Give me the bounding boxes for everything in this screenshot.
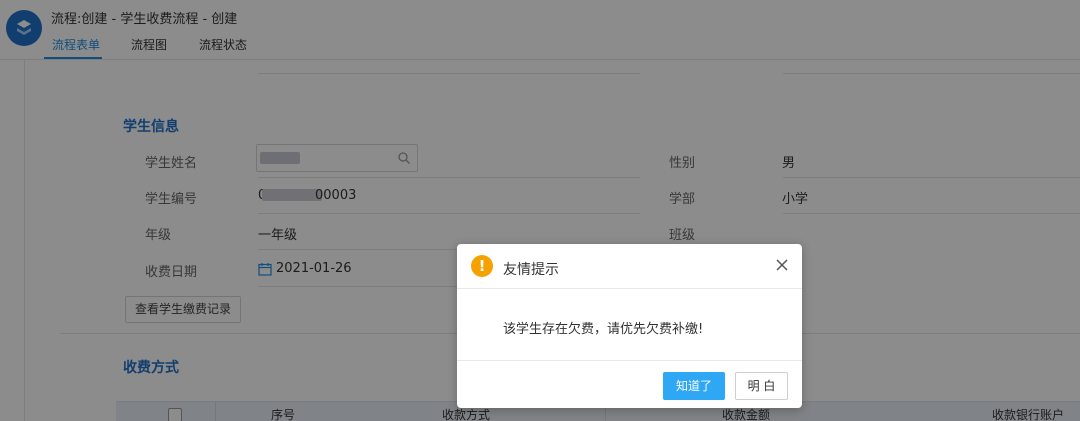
page: 流程:创建 - 学生收费流程 - 创建 流程表单 流程图 流程状态 学生信息 学… — [0, 0, 1080, 421]
notice-dialog: ! 友情提示 该学生存在欠费，请优先欠费补缴! 知道了 明 白 — [457, 244, 802, 408]
dialog-title: 友情提示 — [503, 262, 559, 278]
understood-button[interactable]: 明 白 — [735, 372, 788, 400]
dialog-footer: 知道了 明 白 — [457, 360, 802, 408]
warning-icon: ! — [471, 255, 493, 277]
dialog-header: ! 友情提示 — [457, 244, 802, 289]
close-icon[interactable] — [774, 257, 790, 273]
got-it-button[interactable]: 知道了 — [663, 372, 725, 400]
dialog-message: 该学生存在欠费，请优先欠费补缴! — [503, 322, 704, 337]
